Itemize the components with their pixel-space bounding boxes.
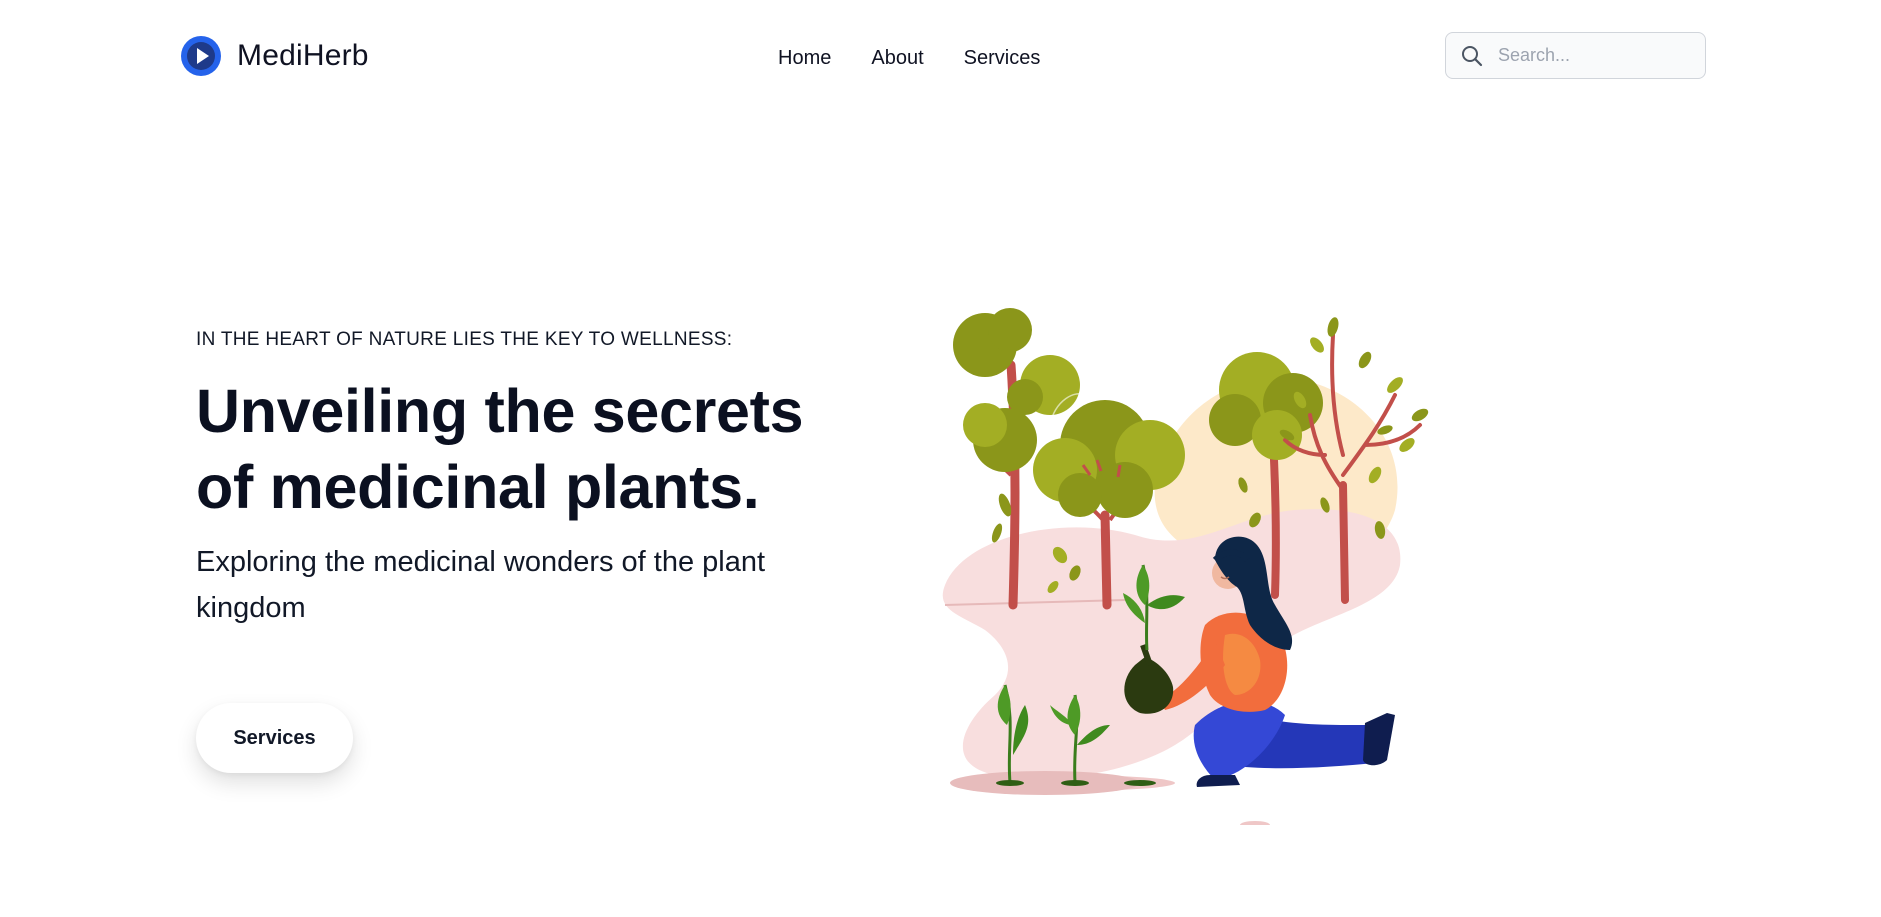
hero-illustration [925, 305, 1465, 825]
hero-subheading: Exploring the medicinal wonders of the p… [196, 546, 766, 624]
search-input[interactable] [1498, 33, 1698, 78]
site-header: MediHerb Home About Services [0, 0, 1881, 115]
nav-link-home[interactable]: Home [778, 47, 831, 70]
nav-link-services[interactable]: Services [964, 47, 1041, 70]
landing-page: MediHerb Home About Services IN THE HEAR… [0, 0, 1881, 917]
brand-name: MediHerb [237, 39, 369, 72]
services-cta-button[interactable]: Services [196, 703, 353, 773]
hero-headline: Unveiling the secrets of medicinal plant… [196, 373, 836, 525]
woman-planting-illustration [942, 308, 1429, 825]
hero-headline-line-2: of medicinal plants. [196, 453, 760, 521]
hero-eyebrow: IN THE HEART OF NATURE LIES THE KEY TO W… [196, 329, 733, 350]
main-nav: Home About Services [778, 44, 1040, 72]
search-icon [1462, 45, 1483, 66]
play-circle-icon [181, 36, 221, 76]
brand-logo-link[interactable]: MediHerb [181, 36, 369, 76]
hero-headline-line-1: Unveiling the secrets [196, 377, 804, 445]
ground-shadow-right [1240, 821, 1270, 825]
hero-text: IN THE HEART OF NATURE LIES THE KEY TO W… [196, 326, 836, 631]
search-box [1445, 32, 1706, 79]
soil-patch [950, 771, 1140, 795]
nav-link-about[interactable]: About [871, 47, 923, 70]
